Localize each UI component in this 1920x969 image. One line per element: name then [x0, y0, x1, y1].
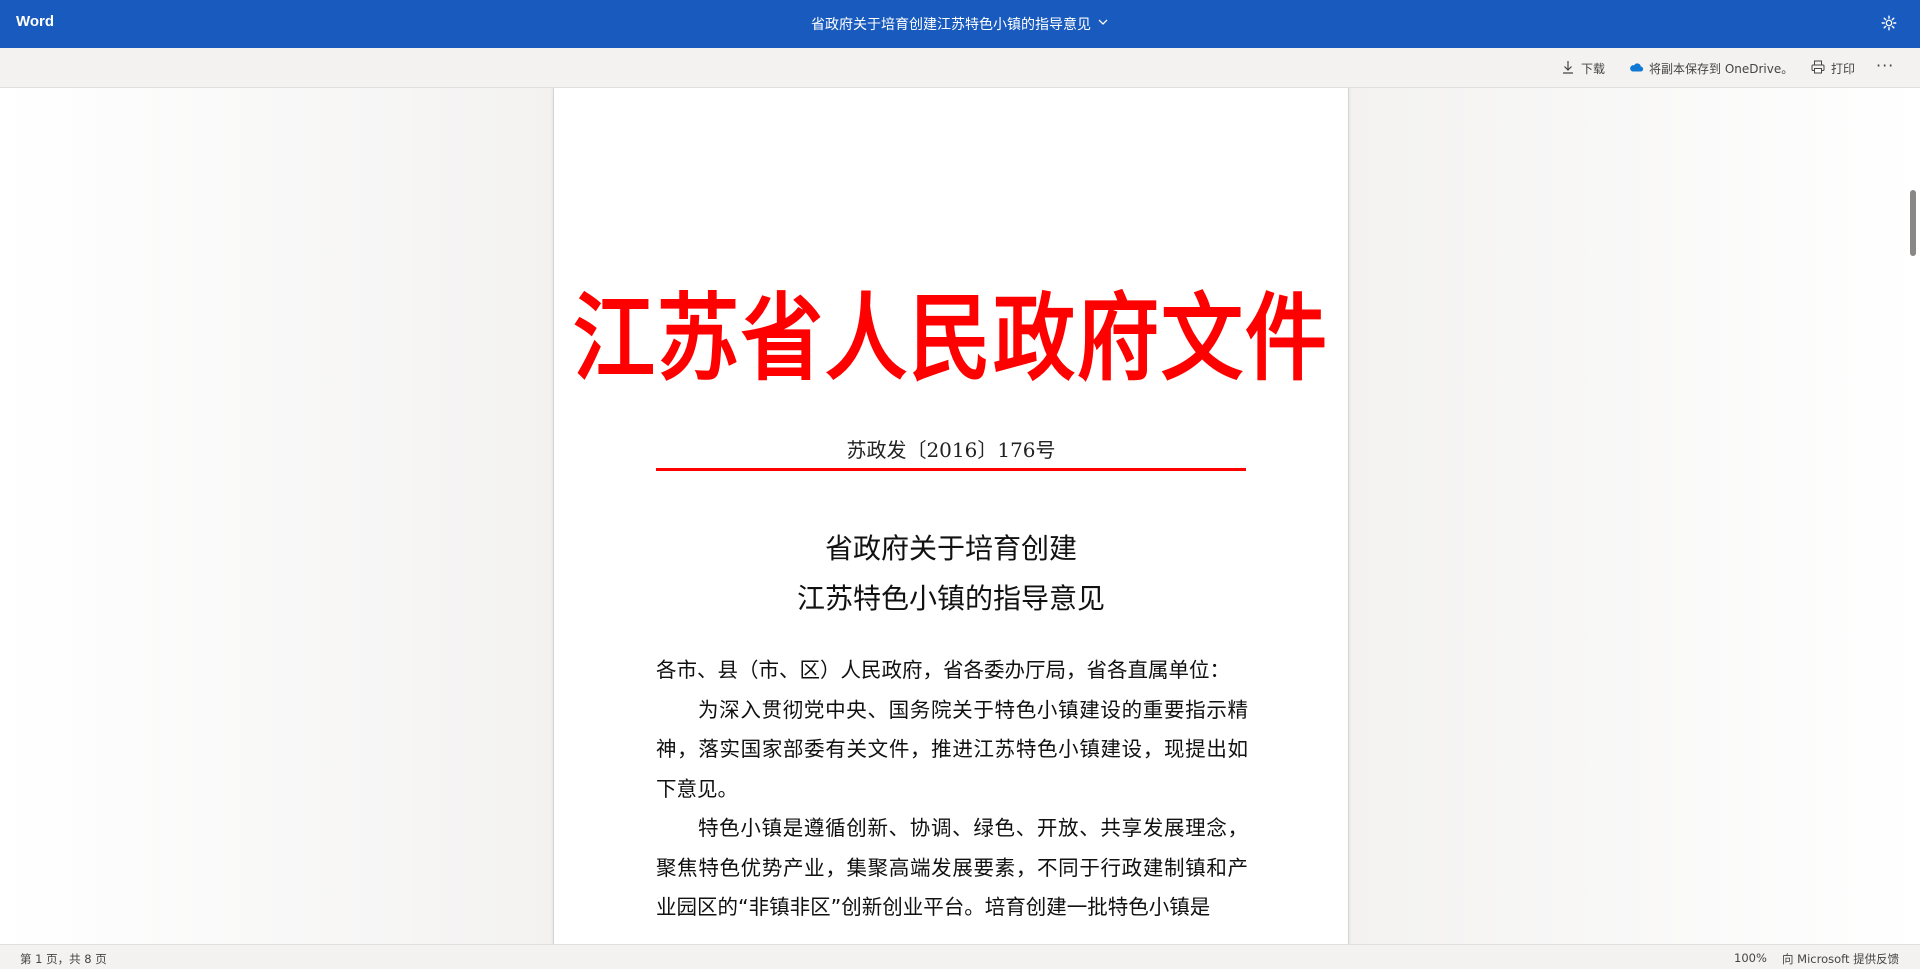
title-line-2: 江苏特色小镇的指导意见 — [796, 582, 1105, 615]
download-icon — [1560, 59, 1576, 78]
more-icon: ··· — [1876, 55, 1895, 75]
document-page[interactable]: 江苏省人民政府文件 苏政发〔2016〕176号 省政府关于培育创建 江苏特色小镇… — [553, 88, 1349, 944]
document-number: 苏政发〔2016〕176号 — [846, 438, 1056, 462]
settings-button[interactable] — [1880, 14, 1900, 34]
document-title-heading: 省政府关于培育创建 江苏特色小镇的指导意见 — [554, 524, 1348, 624]
onedrive-label: 将副本保存到 OneDrive。 — [1649, 61, 1794, 76]
title-bar: Word 省政府关于培育创建江苏特色小镇的指导意见 — [0, 0, 1920, 48]
status-bar: 第 1 页，共 8 页 100% 向 Microsoft 提供反馈 — [0, 944, 1920, 969]
document-title-dropdown[interactable]: 省政府关于培育创建江苏特色小镇的指导意见 — [811, 14, 1109, 34]
zoom-level[interactable]: 100% — [1734, 951, 1767, 965]
onedrive-cloud-icon — [1628, 59, 1644, 78]
document-title: 省政府关于培育创建江苏特色小镇的指导意见 — [811, 17, 1091, 33]
page-count: 第 1 页，共 8 页 — [20, 952, 107, 966]
save-to-onedrive-button[interactable]: 将副本保存到 OneDrive。 — [1628, 58, 1793, 78]
toolbar: 下载 将副本保存到 OneDrive。 打印 ··· — [0, 48, 1920, 88]
gear-icon — [1880, 15, 1898, 36]
title-line-1: 省政府关于培育创建 — [824, 532, 1077, 565]
more-options-button[interactable]: ··· — [1876, 55, 1894, 75]
download-label: 下载 — [1581, 61, 1606, 76]
document-body: 各市、县（市、区）人民政府，省各委办厅局，省各直属单位： 为深入贯彻党中央、国务… — [656, 651, 1248, 928]
red-divider — [656, 468, 1246, 471]
feedback-link[interactable]: 向 Microsoft 提供反馈 — [1782, 951, 1899, 967]
document-canvas[interactable]: 江苏省人民政府文件 苏政发〔2016〕176号 省政府关于培育创建 江苏特色小镇… — [0, 88, 1920, 944]
app-name[interactable]: Word — [16, 13, 54, 30]
download-button[interactable]: 下载 — [1560, 58, 1605, 78]
printer-icon — [1810, 59, 1826, 78]
print-button[interactable]: 打印 — [1810, 58, 1855, 78]
document-red-header: 江苏省人民政府文件 — [572, 284, 1329, 395]
paragraph: 为深入贯彻党中央、国务院关于特色小镇建设的重要指示精神，落实国家部委有关文件，推… — [656, 697, 1248, 801]
chevron-down-icon — [1097, 16, 1109, 32]
vertical-scrollbar[interactable] — [1910, 190, 1916, 256]
salutation: 各市、县（市、区）人民政府，省各委办厅局，省各直属单位： — [656, 658, 1230, 682]
print-label: 打印 — [1831, 61, 1856, 76]
paragraph: 特色小镇是遵循创新、协调、绿色、开放、共享发展理念，聚焦特色优势产业，集聚高端发… — [656, 816, 1248, 919]
